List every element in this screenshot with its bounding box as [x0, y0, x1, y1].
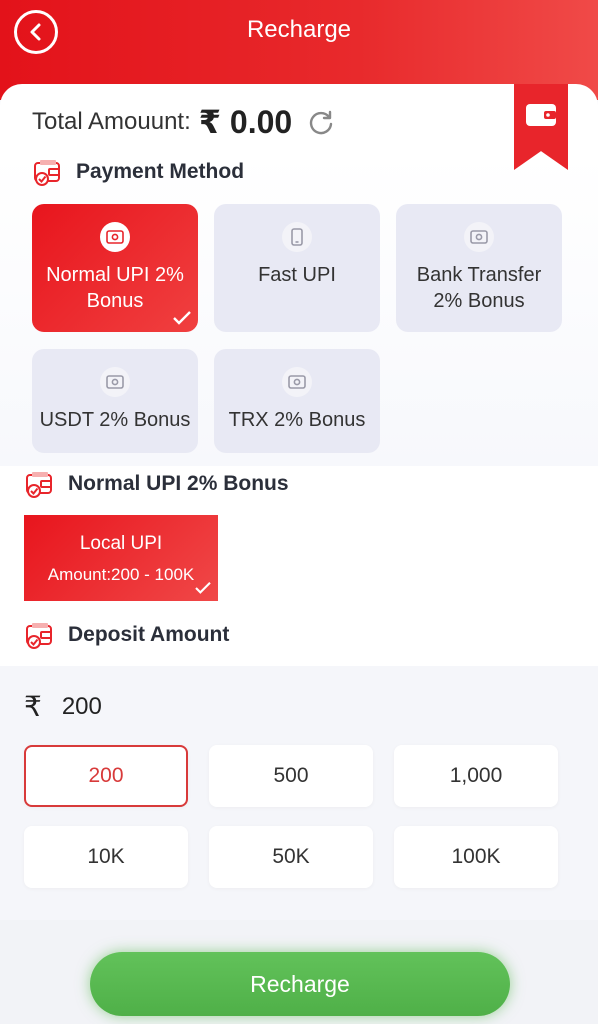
balance-value: ₹ 0.00 — [198, 104, 293, 140]
wallet-card-icon — [26, 623, 52, 649]
method-label: Normal UPI 2% Bonus — [46, 264, 184, 312]
currency-symbol: ₹ — [24, 691, 42, 722]
balance-label: Total Amouunt: — [32, 108, 191, 135]
money-icon — [100, 222, 130, 252]
refresh-icon[interactable] — [306, 107, 336, 137]
method-bank-transfer[interactable]: Bank Transfer 2% Bonus — [396, 204, 562, 332]
preset-amount-button[interactable]: 10K — [24, 826, 188, 888]
money-icon — [100, 367, 130, 397]
channel-range: Amount:200 - 100K — [47, 565, 195, 584]
method-fast-upi[interactable]: Fast UPI — [214, 204, 380, 332]
balance-row: Total Amouunt: ₹ 0.00 — [32, 104, 336, 140]
check-icon — [173, 311, 191, 325]
recharge-button[interactable]: Recharge — [90, 952, 510, 1016]
page-title: Recharge — [246, 16, 352, 43]
payment-method-header: Payment Method — [32, 156, 244, 188]
wallet-card-icon — [34, 160, 60, 186]
amount-value[interactable]: 200 — [62, 693, 102, 721]
preset-amount-button[interactable]: 1,000 — [394, 745, 558, 807]
preset-amount-button[interactable]: 500 — [209, 745, 373, 807]
channel-local-upi[interactable]: Local UPI Amount:200 - 100K — [24, 515, 218, 601]
money-icon — [282, 367, 312, 397]
money-icon — [464, 222, 494, 252]
method-usdt[interactable]: USDT 2% Bonus — [32, 349, 198, 453]
preset-amount-button[interactable]: 100K — [394, 826, 558, 888]
preset-amount-button[interactable]: 50K — [209, 826, 373, 888]
method-label: Bank Transfer 2% Bonus — [416, 264, 542, 312]
method-label: USDT 2% Bonus — [39, 409, 191, 431]
method-trx[interactable]: TRX 2% Bonus — [214, 349, 380, 453]
method-label: TRX 2% Bonus — [228, 409, 366, 431]
channel-title: Normal UPI 2% Bonus — [68, 472, 289, 495]
wallet-card-icon — [26, 472, 52, 498]
preset-amount-button[interactable]: 200 — [24, 745, 188, 807]
wallet-icon — [526, 104, 556, 126]
amount-input[interactable]: ₹ 200 — [24, 690, 102, 723]
channel-header: Normal UPI 2% Bonus — [24, 468, 289, 500]
payment-method-title: Payment Method — [76, 160, 245, 183]
check-icon — [195, 582, 211, 594]
deposit-header: Deposit Amount — [24, 619, 229, 651]
method-label: Fast UPI — [258, 264, 336, 286]
phone-icon — [282, 222, 312, 252]
deposit-title: Deposit Amount — [68, 623, 230, 646]
channel-name: Local UPI — [79, 533, 163, 554]
method-normal-upi[interactable]: Normal UPI 2% Bonus — [32, 204, 198, 332]
